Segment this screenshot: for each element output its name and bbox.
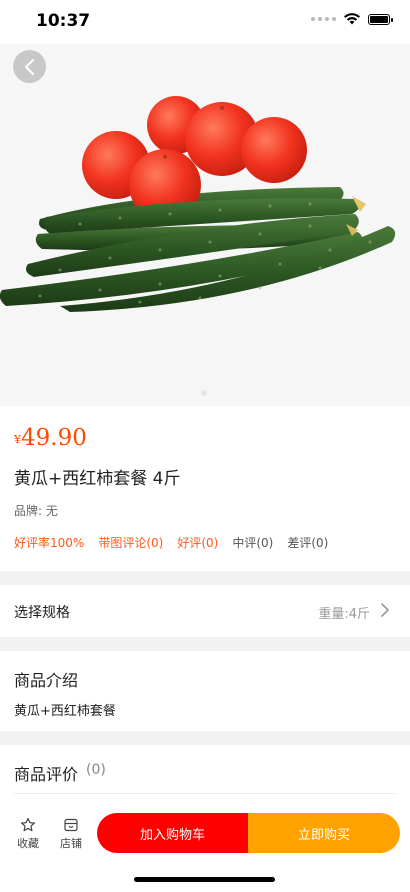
product-photo: [0, 96, 396, 312]
store-icon: [64, 818, 78, 832]
currency-symbol: ¥: [14, 433, 21, 446]
chevron-right-icon: [381, 603, 389, 617]
status-icons: [311, 13, 393, 25]
add-to-cart-button[interactable]: 加入购物车: [97, 813, 248, 853]
review-tag-negative[interactable]: 差评(0): [287, 534, 328, 551]
favorite-button[interactable]: 收藏: [8, 817, 48, 851]
evaluation-count: (0): [86, 762, 106, 778]
review-tag-rate[interactable]: 好评率100%: [14, 534, 84, 551]
buy-now-button[interactable]: 立即购买: [248, 813, 400, 853]
review-tags: 好评率100% 带图评论(0) 好评(0) 中评(0) 差评(0): [14, 534, 328, 551]
intro-title: 商品介绍: [14, 671, 79, 690]
product-introduction: 商品介绍 黄瓜+西红柿套餐: [0, 651, 410, 731]
carousel-indicator: [201, 390, 207, 396]
review-tag-with-photos[interactable]: 带图评论(0): [98, 534, 163, 551]
product-price: ¥49.90: [14, 425, 87, 451]
price-value: 49.90: [21, 425, 87, 451]
favorite-label: 收藏: [17, 837, 39, 850]
product-title: 黄瓜+西红柿套餐 4斤: [14, 469, 181, 489]
review-tag-positive[interactable]: 好评(0): [177, 534, 218, 551]
store-label: 店铺: [60, 837, 82, 850]
store-button[interactable]: 店铺: [51, 817, 91, 851]
review-tag-neutral[interactable]: 中评(0): [232, 534, 273, 551]
evaluation-title: 商品评价: [14, 765, 79, 784]
status-bar: 10:37: [0, 0, 410, 44]
status-time: 10:37: [36, 11, 91, 31]
product-image: [0, 44, 410, 406]
spec-selector[interactable]: 选择规格 重量:4斤: [0, 585, 410, 637]
back-arrow-icon: [24, 58, 34, 75]
home-indicator: [134, 877, 275, 882]
back-button[interactable]: [13, 50, 46, 83]
spec-value: 重量:4斤: [318, 607, 370, 622]
battery-icon: [368, 13, 393, 25]
divider: [14, 793, 396, 794]
intro-text: 黄瓜+西红柿套餐: [14, 704, 116, 719]
star-icon: [21, 817, 35, 832]
product-info: ¥49.90 黄瓜+西红柿套餐 4斤 品牌: 无 好评率100% 带图评论(0)…: [0, 406, 410, 571]
product-brand: 品牌: 无: [14, 504, 58, 518]
wifi-icon: [344, 13, 360, 25]
spec-label: 选择规格: [14, 605, 70, 621]
signal-icon: [311, 17, 336, 21]
